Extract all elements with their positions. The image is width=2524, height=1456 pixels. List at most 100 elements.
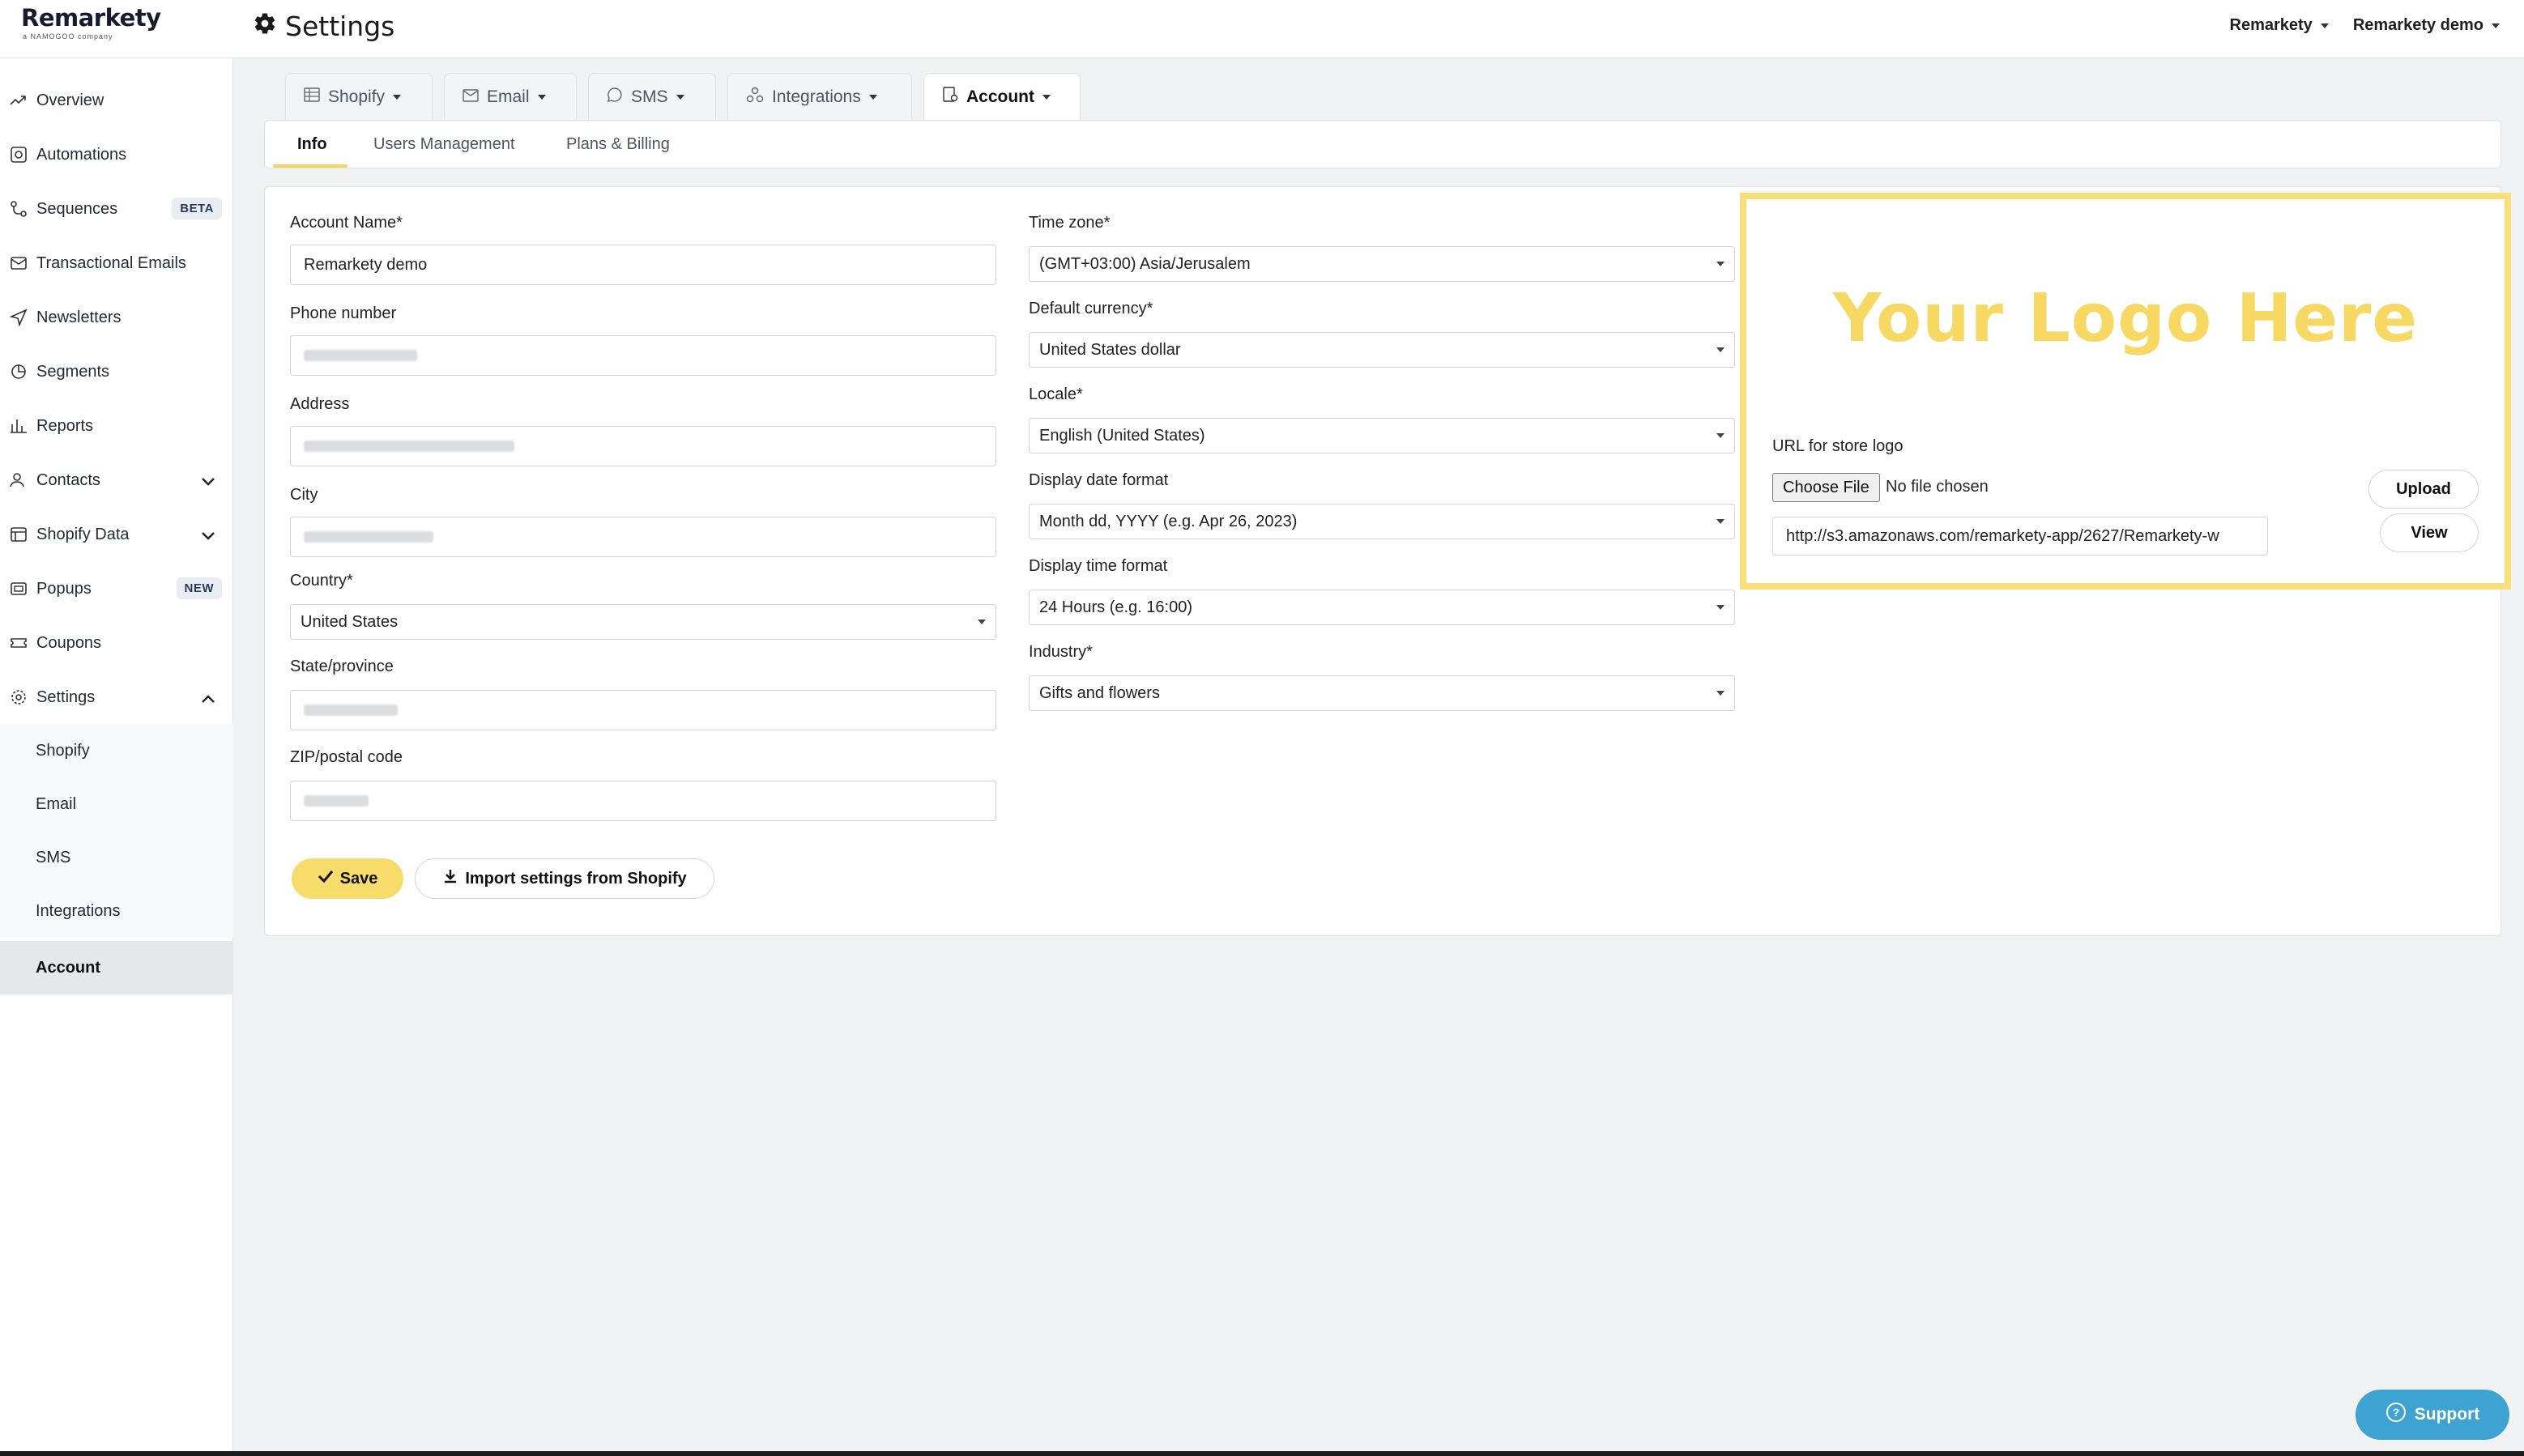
subtab-users-management[interactable]: Users Management — [373, 121, 515, 168]
sidebar-item-newsletters[interactable]: Newsletters — [0, 293, 233, 342]
locale-value: English (United States) — [1039, 426, 1205, 445]
import-label: Import settings from Shopify — [465, 869, 687, 888]
import-from-shopify-button[interactable]: Import settings from Shopify — [415, 858, 714, 899]
sidebar-item-label: Sequences — [36, 199, 118, 218]
window-bottom-edge — [0, 1451, 2524, 1456]
page-title: Settings — [285, 10, 395, 42]
page-header: Settings — [253, 10, 394, 42]
locale-label: Locale* — [1029, 385, 1083, 403]
support-label: Support — [2414, 1405, 2480, 1424]
account-menu[interactable]: Remarkety — [2230, 16, 2329, 35]
phone-field[interactable] — [290, 335, 996, 376]
sidebar-item-label: Overview — [36, 91, 104, 109]
sidebar-item-transactional-emails[interactable]: Transactional Emails — [0, 239, 233, 287]
email-icon — [6, 251, 31, 275]
state-field[interactable] — [290, 690, 996, 730]
sidebar-subitem-account[interactable]: Account — [0, 941, 233, 994]
trend-icon — [6, 88, 31, 113]
integrations-icon — [746, 87, 764, 108]
timezone-value: (GMT+03:00) Asia/Jerusalem — [1039, 254, 1251, 273]
chevron-down-icon[interactable] — [201, 474, 215, 492]
caret-down-icon — [393, 94, 402, 100]
caret-down-icon — [868, 94, 877, 100]
caret-down-icon — [1716, 519, 1725, 524]
country-select[interactable]: United States — [290, 604, 996, 640]
remarkety-logo[interactable]: Remarkety a NAMOGOO company — [21, 5, 161, 49]
caret-down-icon — [1716, 347, 1725, 352]
phone-label: Phone number — [290, 304, 397, 322]
sidebar-item-sequences[interactable]: Sequences BETA — [0, 185, 233, 233]
tab-email[interactable]: Email — [444, 73, 577, 120]
sidebar-item-label: Reports — [36, 416, 94, 435]
sidebar-item-overview[interactable]: Overview — [0, 76, 233, 125]
timezone-select[interactable]: (GMT+03:00) Asia/Jerusalem — [1029, 246, 1735, 282]
tab-integrations[interactable]: Integrations — [727, 73, 912, 120]
sidebar-item-contacts[interactable]: Contacts — [0, 456, 233, 504]
chevron-down-icon[interactable] — [201, 528, 215, 547]
address-field[interactable] — [290, 426, 996, 466]
account-name-label: Account Name* — [290, 214, 403, 232]
chat-icon — [607, 87, 623, 108]
city-field[interactable] — [290, 517, 996, 557]
upload-button[interactable]: Upload — [2368, 470, 2479, 509]
date-format-select[interactable]: Month dd, YYYY (e.g. Apr 26, 2023) — [1029, 504, 1735, 539]
support-button[interactable]: ? Support — [2356, 1390, 2509, 1440]
currency-value: United States dollar — [1039, 340, 1181, 359]
sidebar-item-reports[interactable]: Reports — [0, 402, 233, 450]
country-label: Country* — [290, 572, 353, 590]
sidebar-subitem-shopify[interactable]: Shopify — [0, 724, 233, 777]
subtab-info[interactable]: Info — [297, 121, 327, 168]
reports-icon — [6, 414, 31, 438]
store-menu-label: Remarkety demo — [2352, 16, 2483, 34]
tab-account[interactable]: Account — [923, 73, 1081, 120]
sidebar-item-shopify-data[interactable]: Shopify Data — [0, 510, 233, 559]
currency-select[interactable]: United States dollar — [1029, 332, 1735, 368]
industry-label: Industry* — [1029, 643, 1093, 661]
tab-shopify[interactable]: Shopify — [285, 73, 433, 120]
svg-text:?: ? — [2392, 1406, 2399, 1419]
logo-url-label: URL for store logo — [1772, 437, 1904, 455]
time-format-value: 24 Hours (e.g. 16:00) — [1039, 598, 1192, 616]
sidebar-item-settings[interactable]: Settings — [0, 673, 233, 722]
gear-icon — [6, 685, 31, 709]
choose-file-button[interactable]: Choose File — [1772, 473, 1880, 502]
caret-down-icon — [1716, 691, 1725, 696]
caret-down-icon — [2320, 23, 2329, 28]
sidebar-subitem-email[interactable]: Email — [0, 777, 233, 831]
address-label: Address — [290, 395, 350, 413]
tab-label: Integrations — [772, 87, 861, 106]
sidebar-subitem-sms[interactable]: SMS — [0, 831, 233, 884]
zip-label: ZIP/postal code — [290, 748, 403, 766]
sidebar-item-popups[interactable]: Popups NEW — [0, 564, 233, 613]
caret-down-icon — [1042, 94, 1051, 100]
coupon-icon — [6, 631, 31, 655]
sidebar-subitem-integrations[interactable]: Integrations — [0, 884, 233, 938]
time-format-label: Display time format — [1029, 557, 1168, 575]
view-button[interactable]: View — [2380, 513, 2479, 552]
industry-select[interactable]: Gifts and flowers — [1029, 675, 1735, 711]
chevron-up-icon[interactable] — [201, 691, 215, 709]
logo-url-field[interactable]: http://s3.amazonaws.com/remarkety-app/26… — [1772, 517, 2268, 556]
state-label: State/province — [290, 658, 394, 675]
sidebar-item-automations[interactable]: Automations — [0, 130, 233, 179]
subtab-plans-billing[interactable]: Plans & Billing — [566, 121, 670, 168]
sidebar-item-coupons[interactable]: Coupons — [0, 619, 233, 667]
account-name-field[interactable]: Remarkety demo — [290, 245, 996, 285]
save-button[interactable]: Save — [292, 858, 403, 899]
date-format-value: Month dd, YYYY (e.g. Apr 26, 2023) — [1039, 512, 1298, 530]
logo-placeholder: Your Logo Here — [1832, 280, 2418, 357]
caret-down-icon — [2492, 23, 2500, 28]
table-icon — [304, 87, 320, 107]
tab-label: Email — [487, 87, 530, 106]
zip-field[interactable] — [290, 781, 996, 821]
sidebar-item-label: Transactional Emails — [36, 253, 186, 272]
time-format-select[interactable]: 24 Hours (e.g. 16:00) — [1029, 590, 1735, 625]
account-menu-label: Remarkety — [2229, 16, 2313, 34]
store-logo-panel: Your Logo Here URL for store logo Choose… — [1740, 193, 2511, 590]
locale-select[interactable]: English (United States) — [1029, 418, 1735, 453]
tab-sms[interactable]: SMS — [588, 73, 716, 120]
download-icon — [442, 868, 458, 889]
store-menu[interactable]: Remarkety demo — [2353, 16, 2500, 35]
sidebar-item-segments[interactable]: Segments — [0, 347, 233, 396]
account-name-value: Remarkety demo — [304, 255, 428, 274]
